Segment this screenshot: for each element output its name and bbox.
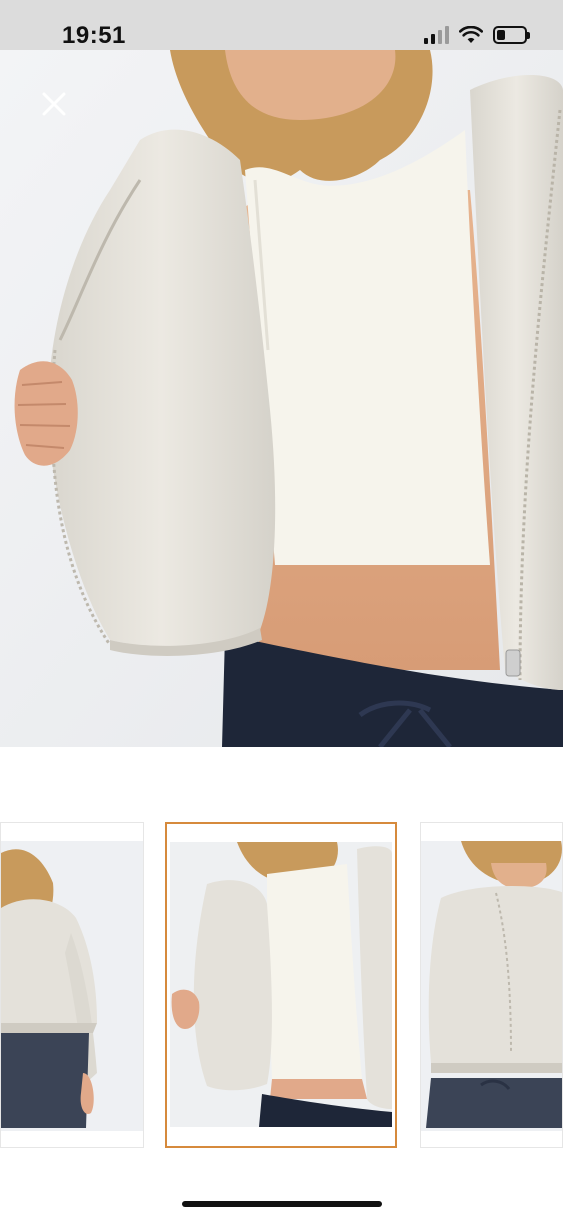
status-icons	[424, 26, 530, 44]
cellular-signal-icon	[424, 26, 449, 44]
thumbnail-3[interactable]	[420, 822, 563, 1148]
close-icon[interactable]	[36, 86, 72, 122]
jacket-front-zipped-photo	[421, 823, 562, 1147]
wifi-icon	[459, 26, 483, 43]
status-time: 19:51	[62, 22, 126, 49]
main-product-image[interactable]	[0, 50, 563, 747]
jacket-back-view-photo	[1, 823, 143, 1147]
jacket-front-open-photo	[0, 50, 563, 747]
thumbnail-2[interactable]	[165, 822, 397, 1148]
jacket-front-open-photo	[167, 824, 395, 1146]
battery-icon	[493, 26, 530, 44]
status-bar: 19:51	[0, 0, 563, 50]
thumbnail-1[interactable]	[0, 822, 144, 1148]
home-indicator[interactable]	[182, 1201, 382, 1207]
